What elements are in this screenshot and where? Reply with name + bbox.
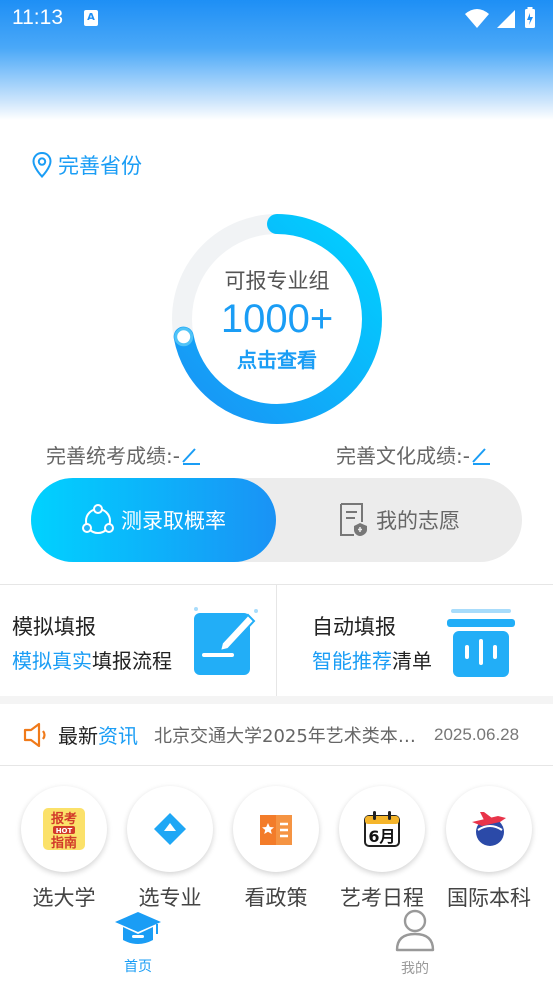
diamond-icon [154, 813, 186, 845]
network-icon [82, 504, 114, 534]
shortcut-policy[interactable]: 看政策 [223, 786, 329, 912]
news-title-highlight: 资讯 [98, 724, 138, 748]
filling-cards: 模拟填报 模拟真实填报流程 自动填报 智能推荐清单 [0, 584, 553, 697]
ring-label: 可报专业组 [224, 269, 330, 293]
svg-text:指南: 指南 [51, 835, 77, 851]
nav-home[interactable]: 首页 [68, 908, 208, 976]
shortcut-grid: 报考 HOT 指南 选大学 选专业 看政策 6月 艺考日程 国际本科 [0, 786, 553, 916]
mode-tabs: 测录取概率 我的志愿 [31, 478, 522, 562]
culture-score-label: 完善文化成绩:- [336, 444, 470, 468]
auto-fill-card[interactable]: 自动填报 智能推荐清单 [276, 585, 552, 697]
card-title: 模拟填报 [12, 615, 96, 639]
wifi-icon [465, 9, 489, 28]
shortcut-choose-major[interactable]: 选专业 [117, 786, 223, 912]
notification-a-icon: A [84, 10, 98, 26]
region-label: 完善省份 [58, 154, 142, 178]
signal-icon [497, 10, 515, 28]
card-subtitle: 模拟真实填报流程 [12, 649, 172, 673]
shortcut-choose-university[interactable]: 报考 HOT 指南 选大学 [11, 786, 117, 912]
card-subtitle: 智能推荐清单 [312, 649, 432, 673]
location-pin-icon [32, 152, 52, 178]
exam-score-label: 完善统考成绩:- [46, 444, 180, 468]
shortcut-international[interactable]: 国际本科 [436, 786, 542, 912]
guide-badge-icon: 报考 HOT 指南 [43, 808, 85, 851]
graduation-cap-icon [115, 912, 161, 944]
pencil-note-icon [194, 607, 258, 675]
news-headline[interactable]: 北京交通大学2025年艺术类本科招生简章 [154, 722, 422, 748]
shortcut-exam-schedule[interactable]: 6月 艺考日程 [329, 786, 435, 912]
card-title: 自动填报 [312, 615, 396, 639]
news-date: 2025.06.28 [434, 724, 520, 744]
nav-mine-label: 我的 [401, 961, 429, 977]
smart-list-icon [447, 609, 515, 677]
region-selector[interactable]: 完善省份 [32, 150, 142, 180]
bottom-navigation: 首页 我的 [0, 908, 553, 984]
tab-admission-probability[interactable]: 测录取概率 [31, 478, 276, 562]
policy-book-icon [260, 815, 292, 845]
status-icons [465, 7, 535, 28]
nav-home-label: 首页 [124, 959, 152, 975]
speaker-icon [23, 722, 46, 747]
calendar-icon: 6月 [364, 811, 400, 847]
user-icon [395, 909, 435, 952]
section-divider [0, 696, 553, 704]
eligible-groups-ring[interactable]: 可报专业组 1000+ 点击查看 [168, 210, 386, 428]
svg-text:HOT: HOT [56, 827, 73, 835]
svg-text:6月: 6月 [368, 827, 395, 846]
tab-my-applications[interactable]: 我的志愿 [276, 478, 522, 562]
edit-pencil-icon [182, 447, 200, 465]
document-shield-icon [340, 503, 367, 536]
status-time: 11:13 [12, 6, 63, 29]
exam-score-entry[interactable]: 完善统考成绩:- [46, 440, 202, 469]
status-bar: 11:13 A [0, 0, 553, 38]
simulate-fill-card[interactable]: 模拟填报 模拟真实填报流程 [0, 585, 276, 697]
view-link[interactable]: 点击查看 [237, 344, 317, 373]
tab-admission-label: 测录取概率 [121, 509, 226, 533]
news-title: 最新 [58, 724, 98, 748]
ring-value: 1000+ [220, 297, 334, 341]
news-bar[interactable]: 最新资讯 北京交通大学2025年艺术类本科招生简章 2025.06.28 [0, 704, 553, 766]
svg-text:报考: 报考 [51, 811, 77, 827]
edit-pencil-icon [472, 447, 490, 465]
tab-my-applications-label: 我的志愿 [376, 509, 460, 533]
culture-score-entry[interactable]: 完善文化成绩:- [336, 440, 492, 469]
plane-globe-icon [472, 812, 506, 846]
nav-mine[interactable]: 我的 [345, 908, 485, 978]
